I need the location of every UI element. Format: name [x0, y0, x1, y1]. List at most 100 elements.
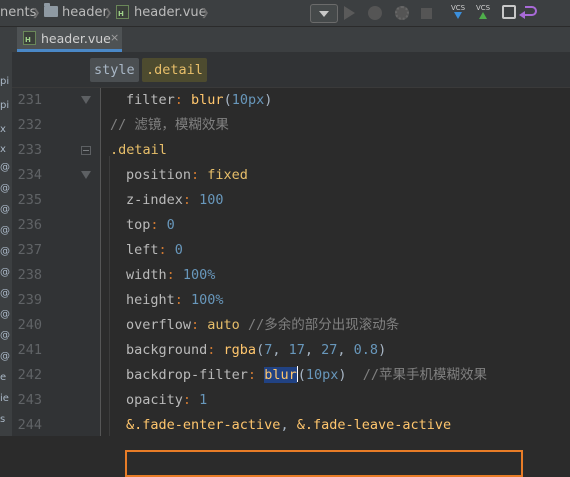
- project-tree-item[interactable]: @: [0, 267, 12, 279]
- code-token: :: [207, 342, 224, 358]
- code-token: backdrop-filter: [126, 367, 248, 383]
- code-token: 100%: [191, 292, 224, 308]
- history-icon[interactable]: [502, 5, 516, 19]
- debug-icon[interactable]: [368, 6, 382, 20]
- code-token: 1: [199, 392, 208, 408]
- code-token: :: [174, 292, 192, 308]
- code-token: 100: [199, 192, 224, 208]
- line-number: 233: [17, 142, 42, 158]
- vcs-commit-label: VCS: [475, 4, 491, 12]
- project-tree-item[interactable]: @: [0, 246, 12, 258]
- code-line[interactable]: position: fixed: [126, 163, 248, 188]
- code-line[interactable]: top: 0: [126, 213, 175, 238]
- run-configuration-dropdown[interactable]: [310, 4, 338, 23]
- code-token: ): [338, 367, 347, 383]
- code-line[interactable]: // 滤镜，模糊效果: [110, 113, 229, 138]
- project-tree-item[interactable]: @: [0, 225, 12, 237]
- stop-icon[interactable]: [421, 8, 432, 19]
- project-tree-item[interactable]: ie: [0, 393, 12, 405]
- code-line[interactable]: background: rgba(7, 17, 27, 0.8): [126, 338, 386, 363]
- tab-header-vue[interactable]: H header.vue ×: [17, 27, 122, 52]
- code-line[interactable]: height: 100%: [126, 288, 224, 313]
- code-token: :: [174, 92, 192, 108]
- vcs-commit-button[interactable]: VCS: [474, 4, 492, 22]
- code-token: :: [158, 242, 175, 258]
- project-tree-item[interactable]: e: [0, 372, 12, 384]
- vue-file-icon: H: [116, 5, 129, 19]
- project-panel-strip: pi pi x x @ @ @ @ @ @ @ @ @ @ e ie s: [0, 52, 12, 436]
- fold-marker-icon[interactable]: [81, 146, 91, 155]
- code-token: :: [150, 217, 167, 233]
- close-icon[interactable]: ×: [110, 31, 119, 44]
- code-line[interactable]: .detail: [110, 138, 167, 163]
- selected-token: blur: [264, 367, 297, 383]
- code-line[interactable]: filter: blur(10px): [126, 88, 272, 113]
- line-number: 238: [17, 267, 42, 283]
- line-number: 242: [17, 367, 42, 383]
- code-line[interactable]: opacity: 1: [126, 388, 207, 413]
- project-tree-item[interactable]: x: [0, 124, 12, 136]
- project-tree-item[interactable]: pi: [0, 100, 12, 112]
- project-tree-item[interactable]: @: [0, 183, 12, 195]
- code-token: // 滤镜，模糊效果: [110, 117, 229, 133]
- css-path-style[interactable]: style: [90, 58, 139, 82]
- indent-guide: [109, 156, 110, 436]
- code-line[interactable]: width: 100%: [126, 263, 215, 288]
- code-token: background: [126, 342, 208, 358]
- code-token: //多余的部分出现滚动条: [239, 317, 400, 333]
- code-token: ,: [272, 342, 289, 358]
- code-token: 10px: [231, 92, 265, 108]
- project-tree-item[interactable]: @: [0, 288, 12, 300]
- code-token: ,: [280, 417, 297, 433]
- coverage-icon[interactable]: [395, 6, 409, 20]
- line-number: 243: [17, 392, 42, 408]
- line-number: 232: [17, 117, 42, 133]
- code-token: :: [191, 317, 208, 333]
- code-token: 0.8: [353, 342, 379, 358]
- code-token: 0: [174, 242, 183, 258]
- project-tree-item[interactable]: pi: [0, 76, 12, 88]
- breadcrumb-separator: ❯: [104, 5, 113, 21]
- code-token: ,: [304, 342, 322, 358]
- code-editor[interactable]: 231 filter: blur(10px) 232// 滤镜，模糊效果 233 .de…: [12, 88, 570, 477]
- code-line[interactable]: left: 0: [126, 238, 183, 263]
- line-number: 235: [17, 192, 42, 208]
- rollback-icon[interactable]: [519, 6, 537, 19]
- line-number: 237: [17, 242, 42, 258]
- code-token: 100%: [182, 267, 216, 283]
- css-path-detail[interactable]: .detail: [142, 58, 207, 82]
- breadcrumb-item-file[interactable]: header.vue: [134, 0, 207, 26]
- project-tree-item[interactable]: @: [0, 309, 12, 321]
- project-tree-item[interactable]: s: [0, 414, 12, 426]
- run-icon[interactable]: [344, 6, 355, 20]
- vcs-update-label: VCS: [450, 4, 466, 12]
- code-token: (: [297, 367, 306, 383]
- project-tree-item[interactable]: @: [0, 162, 12, 174]
- navigation-bar: nents ❯ header ❯ H header.vue ❯ VCS VCS: [0, 0, 570, 27]
- code-token: 10px: [305, 367, 339, 383]
- breadcrumb-item-components[interactable]: nents: [0, 0, 36, 26]
- code-line[interactable]: overflow: auto //多余的部分出现滚动条: [126, 313, 399, 338]
- code-line[interactable]: backdrop-filter: blur(10px) //苹果手机模糊效果: [126, 363, 487, 388]
- code-token: height: [126, 292, 175, 308]
- code-token: 27: [321, 342, 338, 358]
- vcs-update-button[interactable]: VCS: [449, 4, 467, 22]
- code-token: opacity: [126, 392, 183, 408]
- css-path-breadcrumb: style .detail: [12, 52, 570, 88]
- project-tree-item[interactable]: @: [0, 330, 12, 342]
- line-number: 236: [17, 217, 42, 233]
- line-number: 241: [17, 342, 42, 358]
- line-number: 234: [17, 167, 42, 183]
- project-tree-item[interactable]: x: [0, 144, 12, 156]
- editor-tab-bar: H header.vue ×: [12, 27, 570, 53]
- code-token: rgba: [223, 342, 257, 358]
- code-line[interactable]: &.fade-enter-active, &.fade-leave-active: [126, 413, 451, 438]
- code-token: position: [126, 167, 192, 183]
- project-tree-item[interactable]: @: [0, 351, 12, 363]
- breadcrumb-item-header[interactable]: header: [62, 0, 108, 26]
- fold-marker-icon[interactable]: [81, 171, 91, 180]
- project-tree-item[interactable]: @: [0, 204, 12, 216]
- fold-marker-icon[interactable]: [81, 96, 91, 105]
- code-token: :: [247, 367, 265, 383]
- code-line[interactable]: z-index: 100: [126, 188, 224, 213]
